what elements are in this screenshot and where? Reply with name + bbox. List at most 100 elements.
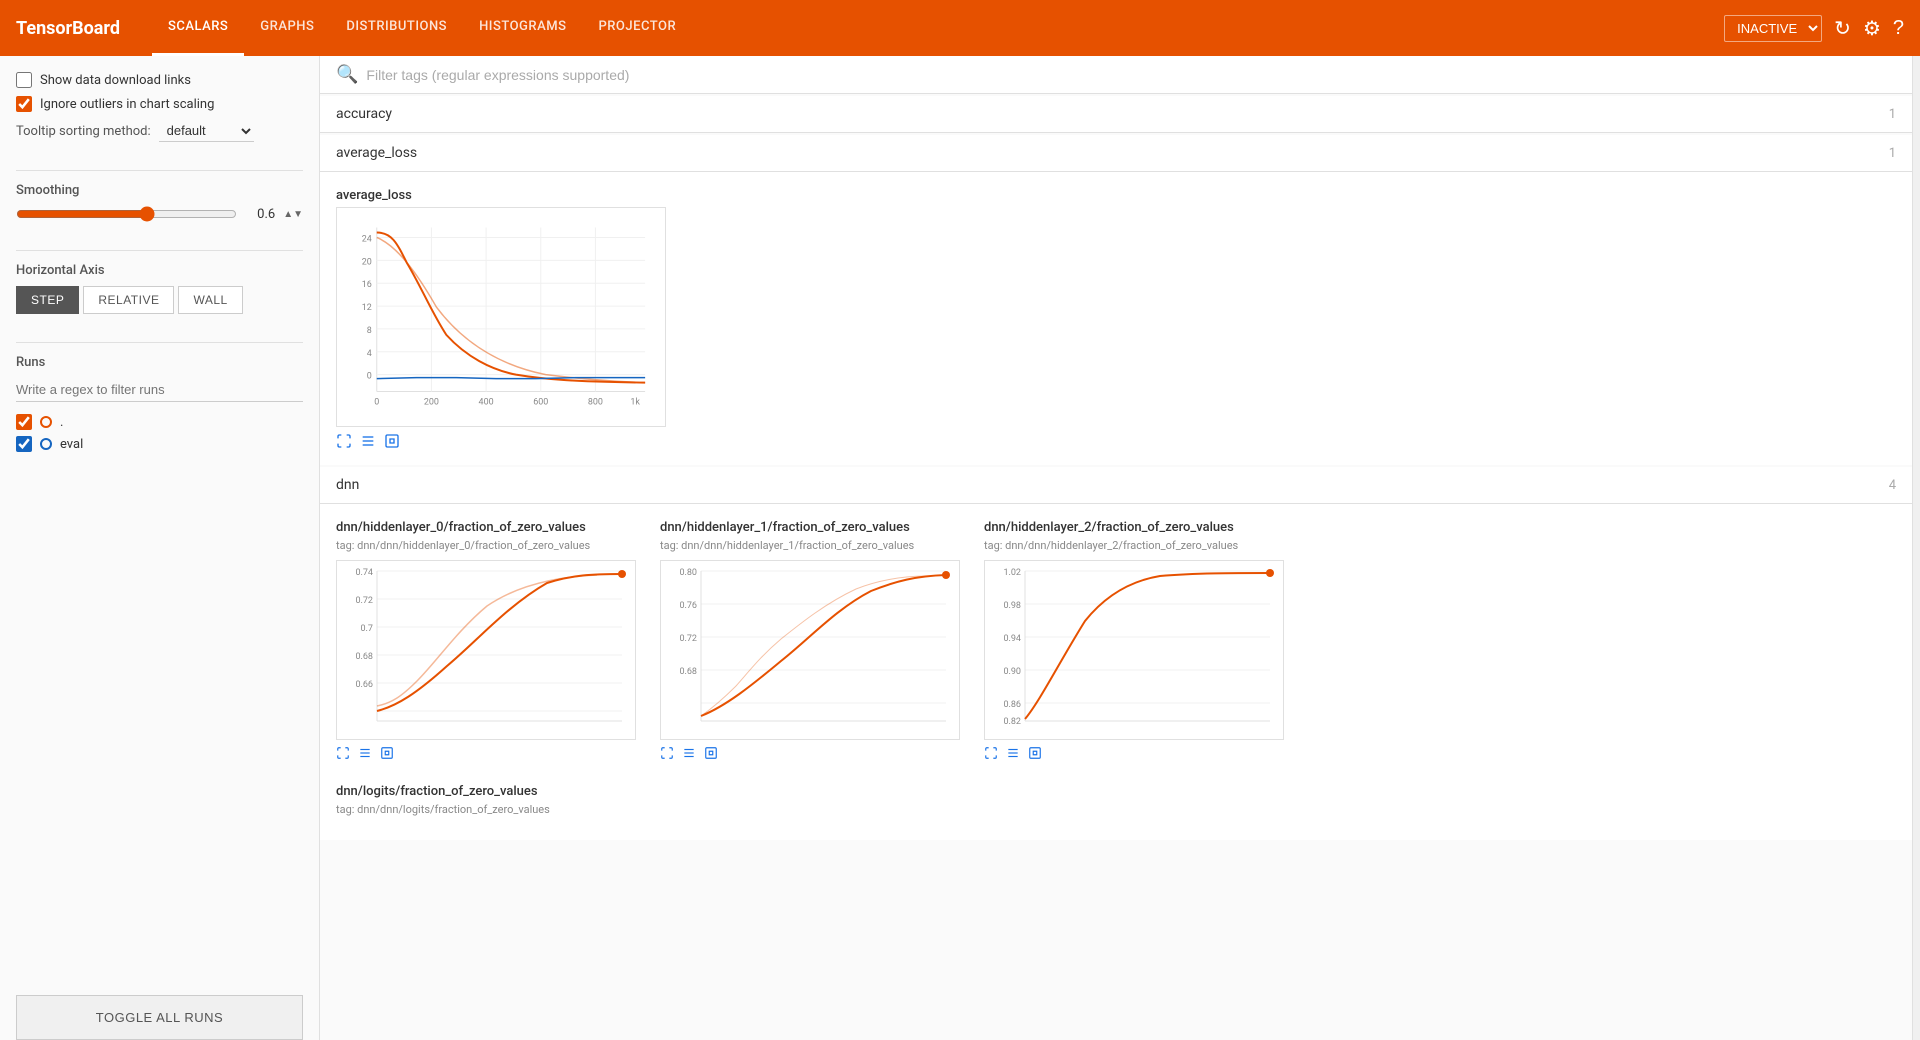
expand-icon-hl2[interactable] bbox=[984, 746, 998, 760]
data-icon[interactable] bbox=[360, 433, 376, 449]
axis-step-button[interactable]: STEP bbox=[16, 286, 79, 314]
nav-scalars[interactable]: SCALARS bbox=[152, 0, 244, 56]
section-dnn[interactable]: dnn 4 bbox=[320, 467, 1912, 504]
runs-filter-input[interactable] bbox=[16, 378, 303, 402]
nav-graphs[interactable]: GRAPHS bbox=[244, 0, 330, 56]
selection-icon-hl2[interactable] bbox=[1028, 746, 1042, 760]
chart-average-loss-title: average_loss bbox=[336, 188, 1896, 203]
chart-dnn-hl1-wrapper: 0.80 0.76 0.72 0.68 bbox=[660, 560, 960, 740]
tooltip-sorting-select[interactable]: default ascending descending nearest bbox=[159, 120, 254, 142]
axis-relative-button[interactable]: RELATIVE bbox=[83, 286, 174, 314]
dnn-charts: dnn/hiddenlayer_0/fraction_of_zero_value… bbox=[320, 504, 1912, 840]
axis-title: Horizontal Axis bbox=[16, 263, 303, 278]
dnn-charts-grid: dnn/hiddenlayer_0/fraction_of_zero_value… bbox=[336, 520, 1896, 760]
topnav-right: INACTIVE ACTIVE ↻ ⚙ ? bbox=[1724, 15, 1904, 42]
chart-average-loss-icons bbox=[336, 433, 1896, 449]
toggle-all-runs-button[interactable]: TOGGLE ALL RUNS bbox=[16, 995, 303, 1040]
expand-icon-hl1[interactable] bbox=[660, 746, 674, 760]
tooltip-sorting-label: Tooltip sorting method: bbox=[16, 124, 151, 139]
scrollbar[interactable] bbox=[1912, 56, 1920, 1040]
data-icon-hl0[interactable] bbox=[358, 746, 372, 760]
show-download-checkbox[interactable] bbox=[16, 72, 32, 88]
run-eval-indicator bbox=[40, 438, 52, 450]
nav-projector[interactable]: PROJECTOR bbox=[582, 0, 692, 56]
divider-2 bbox=[16, 250, 303, 251]
run-eval-checkbox[interactable] bbox=[16, 436, 32, 452]
data-icon-hl1[interactable] bbox=[682, 746, 696, 760]
smoothing-value: 0.6 bbox=[245, 207, 275, 222]
chart-average-loss-svg: 24 20 16 12 8 4 0 0 200 400 600 800 1k bbox=[337, 208, 665, 426]
run-dot-checkbox[interactable] bbox=[16, 414, 32, 430]
runs-title: Runs bbox=[16, 355, 303, 370]
section-accuracy-name: accuracy bbox=[336, 106, 392, 122]
app-logo: TensorBoard bbox=[16, 18, 120, 39]
nav-histograms[interactable]: HISTOGRAMS bbox=[463, 0, 582, 56]
settings-button[interactable]: ⚙ bbox=[1863, 16, 1881, 41]
smoothing-spinner[interactable]: ▲▼ bbox=[283, 209, 303, 220]
svg-text:0.98: 0.98 bbox=[1003, 601, 1021, 611]
svg-text:0.76: 0.76 bbox=[679, 601, 697, 611]
expand-icon[interactable] bbox=[336, 433, 352, 449]
refresh-button[interactable]: ↻ bbox=[1834, 16, 1851, 41]
svg-text:0.72: 0.72 bbox=[679, 634, 697, 644]
chart-dnn-hl1: dnn/hiddenlayer_1/fraction_of_zero_value… bbox=[660, 520, 960, 760]
axis-wall-button[interactable]: WALL bbox=[178, 286, 242, 314]
status-select[interactable]: INACTIVE ACTIVE bbox=[1724, 15, 1822, 42]
chart-dnn-hl1-tag: tag: dnn/dnn/hiddenlayer_1/fraction_of_z… bbox=[660, 539, 960, 552]
show-download-label: Show data download links bbox=[40, 73, 191, 88]
smoothing-title: Smoothing bbox=[16, 183, 303, 198]
nav-distributions[interactable]: DISTRIBUTIONS bbox=[330, 0, 463, 56]
section-accuracy[interactable]: accuracy 1 bbox=[320, 96, 1912, 133]
run-dot-label: . bbox=[60, 415, 63, 430]
svg-text:0.66: 0.66 bbox=[355, 680, 373, 690]
svg-text:0: 0 bbox=[367, 372, 372, 382]
chart-dnn-hl0-svg: 0.74 0.72 0.7 0.68 0.66 bbox=[337, 561, 637, 741]
svg-text:0.7: 0.7 bbox=[361, 624, 374, 634]
selection-icon-hl0[interactable] bbox=[380, 746, 394, 760]
svg-text:0.86: 0.86 bbox=[1003, 700, 1021, 710]
run-item-dot: . bbox=[16, 414, 303, 430]
section-dnn-count: 4 bbox=[1889, 478, 1896, 493]
chart-dnn-hl2-tag: tag: dnn/dnn/hiddenlayer_2/fraction_of_z… bbox=[984, 539, 1284, 552]
selection-icon[interactable] bbox=[384, 433, 400, 449]
help-button[interactable]: ? bbox=[1893, 17, 1904, 40]
filter-bar: 🔍 bbox=[320, 56, 1912, 94]
chart-dnn-logits: dnn/logits/fraction_of_zero_values tag: … bbox=[336, 784, 1896, 816]
filter-input[interactable] bbox=[366, 67, 1896, 83]
divider-3 bbox=[16, 342, 303, 343]
svg-text:0.80: 0.80 bbox=[679, 568, 697, 578]
svg-text:400: 400 bbox=[479, 397, 494, 407]
average-loss-charts: average_loss bbox=[320, 172, 1912, 465]
svg-text:0.68: 0.68 bbox=[679, 667, 697, 677]
chart-dnn-logits-tag: tag: dnn/dnn/logits/fraction_of_zero_val… bbox=[336, 803, 1896, 816]
svg-text:600: 600 bbox=[533, 397, 548, 407]
dnn-logits-row: dnn/logits/fraction_of_zero_values tag: … bbox=[336, 784, 1896, 816]
section-average-loss-count: 1 bbox=[1889, 146, 1896, 161]
chart-dnn-hl0-wrapper: 0.74 0.72 0.7 0.68 0.66 bbox=[336, 560, 636, 740]
ignore-outliers-checkbox[interactable] bbox=[16, 96, 32, 112]
svg-text:1k: 1k bbox=[630, 397, 640, 407]
section-average-loss-name: average_loss bbox=[336, 145, 417, 161]
selection-icon-hl1[interactable] bbox=[704, 746, 718, 760]
data-icon-hl2[interactable] bbox=[1006, 746, 1020, 760]
svg-text:12: 12 bbox=[362, 303, 372, 313]
nav-links: SCALARS GRAPHS DISTRIBUTIONS HISTOGRAMS … bbox=[152, 0, 1724, 56]
smoothing-slider[interactable] bbox=[16, 206, 237, 222]
chart-dnn-hl2-wrapper: 1.02 0.98 0.94 0.90 0.86 0.82 bbox=[984, 560, 1284, 740]
expand-icon-hl0[interactable] bbox=[336, 746, 350, 760]
chart-dnn-hl0-tag: tag: dnn/dnn/hiddenlayer_0/fraction_of_z… bbox=[336, 539, 636, 552]
svg-text:1.02: 1.02 bbox=[1003, 568, 1021, 578]
svg-text:16: 16 bbox=[362, 280, 372, 290]
svg-text:0.68: 0.68 bbox=[355, 652, 373, 662]
chart-dnn-hl1-icons bbox=[660, 746, 960, 760]
divider-1 bbox=[16, 170, 303, 171]
chart-dnn-hl2-icons bbox=[984, 746, 1284, 760]
svg-text:24: 24 bbox=[362, 234, 372, 244]
settings-section: Show data download links Ignore outliers… bbox=[16, 72, 303, 142]
run-eval-label: eval bbox=[60, 437, 83, 452]
svg-text:8: 8 bbox=[367, 326, 372, 336]
chart-average-loss: average_loss bbox=[336, 188, 1896, 449]
ignore-outliers-label: Ignore outliers in chart scaling bbox=[40, 97, 214, 112]
section-average-loss[interactable]: average_loss 1 bbox=[320, 135, 1912, 172]
run-item-eval: eval bbox=[16, 436, 303, 452]
